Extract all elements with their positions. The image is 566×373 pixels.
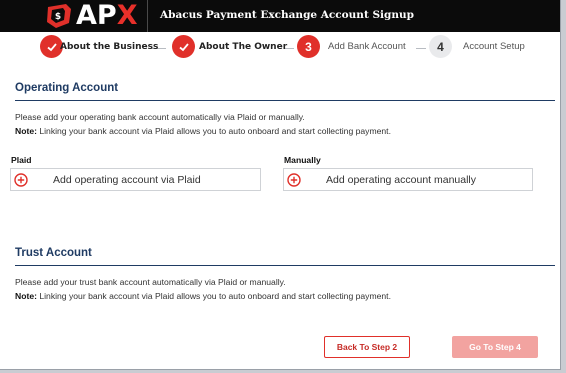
manually-label: Manually — [284, 155, 321, 165]
step-number: 4 — [429, 35, 452, 58]
trust-account-heading: Trust Account — [15, 247, 555, 266]
operating-instructions: Please add your operating bank account a… — [15, 112, 305, 122]
manual-button-label: Add operating account manually — [326, 173, 477, 186]
step-connector — [416, 48, 426, 49]
app-title: Abacus Payment Exchange Account Signup — [160, 9, 414, 21]
svg-text:$: $ — [55, 12, 61, 22]
shield-logo-icon: $ — [47, 4, 71, 28]
signup-window: $ APX Abacus Payment Exchange Account Si… — [0, 0, 561, 370]
topbar-divider — [147, 0, 148, 32]
step-account-setup[interactable]: 4 Account Setup — [429, 35, 525, 58]
trust-instructions: Please add your trust bank account autom… — [15, 277, 286, 287]
add-operating-manual-button[interactable]: Add operating account manually — [283, 168, 533, 191]
top-bar: $ APX Abacus Payment Exchange Account Si… — [0, 0, 560, 32]
plus-circle-icon — [287, 172, 301, 187]
step-label: Account Setup — [463, 41, 525, 52]
apx-logo: $ APX — [44, 2, 138, 30]
step-label: Add Bank Account — [328, 41, 406, 52]
step-about-owner[interactable]: About The Owner — [172, 35, 287, 58]
progress-stepper: About the Business About The Owner 3 Add… — [0, 32, 560, 62]
plaid-button-label: Add operating account via Plaid — [53, 173, 201, 186]
operating-account-heading: Operating Account — [15, 82, 555, 101]
go-to-step-4-button[interactable]: Go To Step 4 — [452, 336, 538, 358]
check-icon — [172, 35, 195, 58]
trust-note: Note: Linking your bank account via Plai… — [15, 291, 391, 301]
operating-note: Note: Linking your bank account via Plai… — [15, 126, 391, 136]
plaid-label: Plaid — [11, 155, 32, 165]
add-operating-plaid-button[interactable]: Add operating account via Plaid — [10, 168, 261, 191]
step-add-bank-account[interactable]: 3 Add Bank Account — [297, 35, 406, 58]
back-to-step-2-button[interactable]: Back To Step 2 — [324, 336, 410, 358]
step-about-business[interactable]: About the Business — [40, 35, 158, 58]
step-number: 3 — [297, 35, 320, 58]
plus-circle-icon — [14, 172, 28, 187]
logo-wordmark: APX — [76, 0, 138, 31]
step-label: About The Owner — [199, 41, 288, 52]
step-label: About the Business — [60, 41, 159, 52]
